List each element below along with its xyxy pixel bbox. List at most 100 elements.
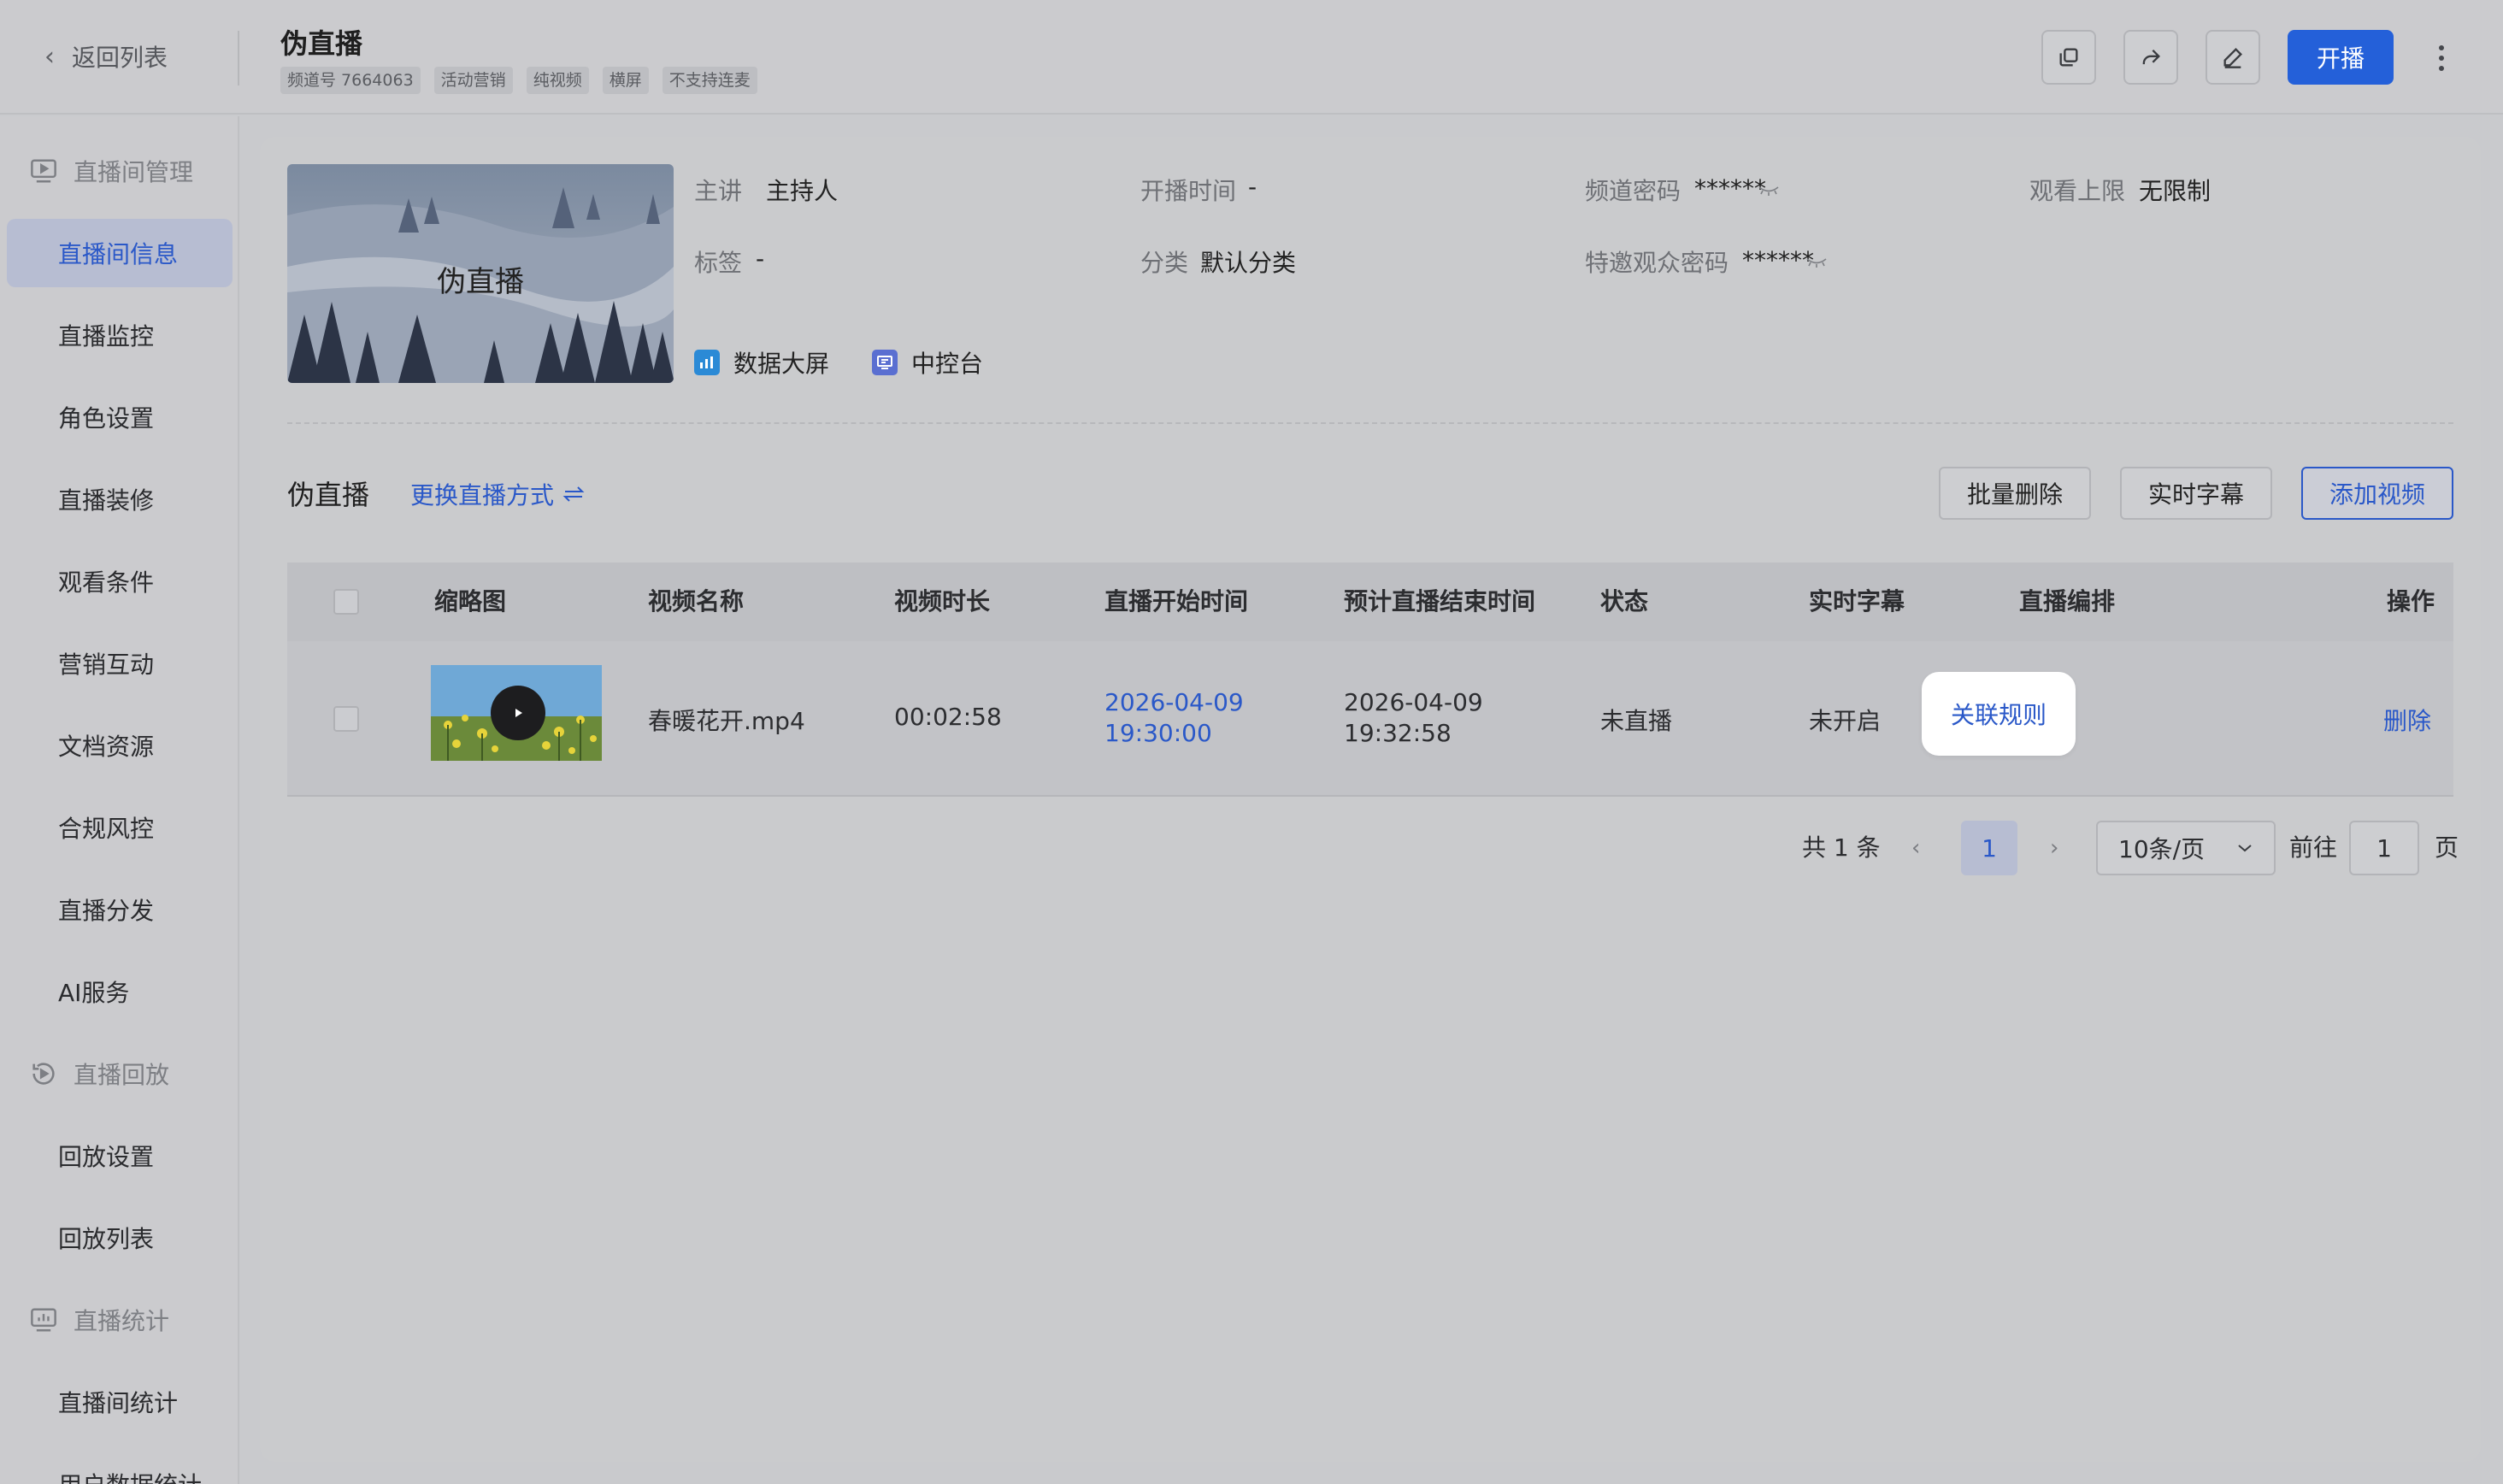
category-label: 分类 [1140, 249, 1189, 277]
prev-page-icon[interactable]: ‹ [1911, 821, 1920, 875]
tag-media-type: 纯视频 [526, 67, 589, 94]
select-all-checkbox[interactable] [333, 589, 359, 615]
share-button[interactable] [2123, 30, 2178, 85]
sidebar-item-replay-settings[interactable]: 回放设置 [7, 1122, 233, 1190]
viewer-limit-label: 观看上限 [2029, 177, 2126, 205]
column-start-time: 直播开始时间 [1104, 587, 1249, 615]
host-label: 主讲 [694, 177, 743, 205]
switch-live-mode-link[interactable]: 更换直播方式 [410, 477, 585, 511]
top-bar: ‹ 返回列表 伪直播 频道号 7664063 活动营销 纯视频 横屏 不支持连麦… [0, 0, 2503, 115]
console-link[interactable]: 中控台 [872, 345, 983, 380]
sidebar-group-replay: 直播回放 [29, 1053, 169, 1094]
link-rule-button[interactable]: 关联规则 [1922, 672, 2076, 756]
start-date: 2026-04-09 [1104, 688, 1244, 716]
table-row: 春暖花开.mp4 00:02:58 2026-04-09 19:30:00 20… [287, 641, 2453, 797]
data-screen-link[interactable]: 数据大屏 [694, 345, 829, 380]
sidebar-item-replay-list[interactable]: 回放列表 [7, 1204, 233, 1272]
column-end-time: 预计直播结束时间 [1344, 587, 1536, 615]
goto-label: 前往 [2289, 833, 2338, 862]
video-name: 春暖花开.mp4 [648, 707, 805, 735]
sidebar-group-manage: 直播间管理 [29, 150, 193, 191]
sidebar-item-decoration[interactable]: 直播装修 [7, 465, 233, 533]
sidebar-item-ai-service[interactable]: AI服务 [7, 957, 233, 1026]
edit-button[interactable] [2206, 30, 2260, 85]
tag-orientation: 横屏 [602, 67, 649, 94]
share-icon [2142, 50, 2160, 65]
column-subtitle: 实时字幕 [1809, 587, 1905, 615]
cover-title: 伪直播 [437, 265, 524, 299]
column-action: 操作 [2387, 587, 2435, 615]
sidebar-group-label: 直播间管理 [74, 158, 194, 186]
delete-link[interactable]: 删除 [2383, 703, 2431, 737]
chart-icon [694, 350, 720, 375]
sidebar-group-label: 直播回放 [74, 1061, 170, 1089]
next-page-icon[interactable]: › [2050, 821, 2058, 875]
video-duration: 00:02:58 [894, 703, 1002, 731]
row-checkbox[interactable] [333, 706, 359, 732]
viewer-limit-value: 无限制 [2139, 177, 2211, 205]
main-card: 伪直播 主讲 主持人 开播时间 - 频道密码 ****** 观看上限 无限制 标… [260, 137, 2481, 1462]
page-size-value: 10条/页 [2118, 835, 2206, 863]
add-video-button[interactable]: 添加视频 [2301, 467, 2453, 520]
switch-live-mode-label: 更换直播方式 [410, 481, 555, 509]
tag-value: - [756, 244, 765, 273]
category-value: 默认分类 [1200, 249, 1297, 277]
edit-icon [2223, 48, 2242, 68]
sidebar-item-user-stats[interactable]: 用户数据统计 [7, 1450, 233, 1484]
replay-icon [32, 1063, 55, 1085]
chevron-down-icon [2238, 845, 2252, 852]
host-value: 主持人 [766, 177, 839, 205]
sidebar-item-room-stats[interactable]: 直播间统计 [7, 1368, 233, 1436]
copy-button[interactable] [2041, 30, 2096, 85]
play-button[interactable] [491, 686, 545, 740]
total-count: 共 1 条 [1802, 833, 1881, 862]
guest-password-value: ****** [1742, 246, 1814, 274]
column-schedule: 直播编排 [2019, 587, 2116, 615]
tag-co-host: 不支持连麦 [662, 67, 757, 94]
sidebar-item-watch-conditions[interactable]: 观看条件 [7, 547, 233, 615]
channel-password-label: 频道密码 [1585, 177, 1681, 205]
data-screen-label: 数据大屏 [733, 350, 830, 378]
sidebar-item-compliance[interactable]: 合规风控 [7, 793, 233, 862]
end-date: 2026-04-09 [1344, 688, 1483, 716]
sidebar-item-documents[interactable]: 文档资源 [7, 711, 233, 780]
start-live-button[interactable]: 开播 [2288, 30, 2394, 85]
start-time: 19:30:00 [1104, 719, 1212, 747]
page-suffix: 页 [2435, 833, 2459, 862]
guest-password-label: 特邀观众密码 [1585, 249, 1729, 277]
start-time-label: 开播时间 [1140, 177, 1237, 205]
live-room-icon [31, 159, 56, 183]
channel-password-value: ****** [1694, 174, 1766, 203]
column-status: 状态 [1600, 587, 1649, 615]
tag-channel-id: 频道号 7664063 [280, 67, 421, 94]
end-time-cell: 2026-04-09 19:32:58 [1344, 687, 1483, 749]
column-video-name: 视频名称 [648, 587, 745, 615]
back-to-list-link[interactable]: ‹ 返回列表 [44, 39, 168, 74]
table-header: 缩略图 视频名称 视频时长 直播开始时间 预计直播结束时间 状态 实时字幕 直播… [287, 562, 2453, 641]
sidebar-item-distribution[interactable]: 直播分发 [7, 875, 233, 944]
subtitle-status: 未开启 [1809, 707, 1882, 735]
tag-scene: 活动营销 [433, 67, 513, 94]
sidebar-group-stats: 直播统计 [29, 1299, 169, 1340]
live-subtitle-button[interactable]: 实时字幕 [2120, 467, 2272, 520]
page-size-select[interactable]: 10条/页 [2096, 821, 2276, 875]
divider [287, 422, 2453, 424]
more-options-icon[interactable] [2428, 38, 2455, 79]
eye-closed-icon[interactable] [1805, 256, 1828, 268]
back-label: 返回列表 [72, 44, 168, 72]
channel-tags: 频道号 7664063 活动营销 纯视频 横屏 不支持连麦 [280, 67, 757, 94]
eye-closed-icon[interactable] [1758, 185, 1780, 197]
page-number-current[interactable]: 1 [1961, 821, 2017, 875]
sidebar-item-monitor[interactable]: 直播监控 [7, 301, 233, 369]
sidebar-item-roles[interactable]: 角色设置 [7, 383, 233, 451]
sidebar-item-room-info[interactable]: 直播间信息 [7, 219, 233, 287]
play-icon [515, 709, 522, 717]
start-time-link[interactable]: 2026-04-09 19:30:00 [1104, 687, 1244, 749]
column-thumbnail: 缩略图 [434, 587, 507, 615]
sidebar-item-marketing[interactable]: 营销互动 [7, 629, 233, 698]
swap-icon [562, 486, 585, 502]
console-icon [872, 350, 898, 375]
chevron-left-icon: ‹ [44, 41, 55, 72]
goto-page-input[interactable] [2349, 821, 2419, 875]
batch-delete-button[interactable]: 批量删除 [1939, 467, 2091, 520]
